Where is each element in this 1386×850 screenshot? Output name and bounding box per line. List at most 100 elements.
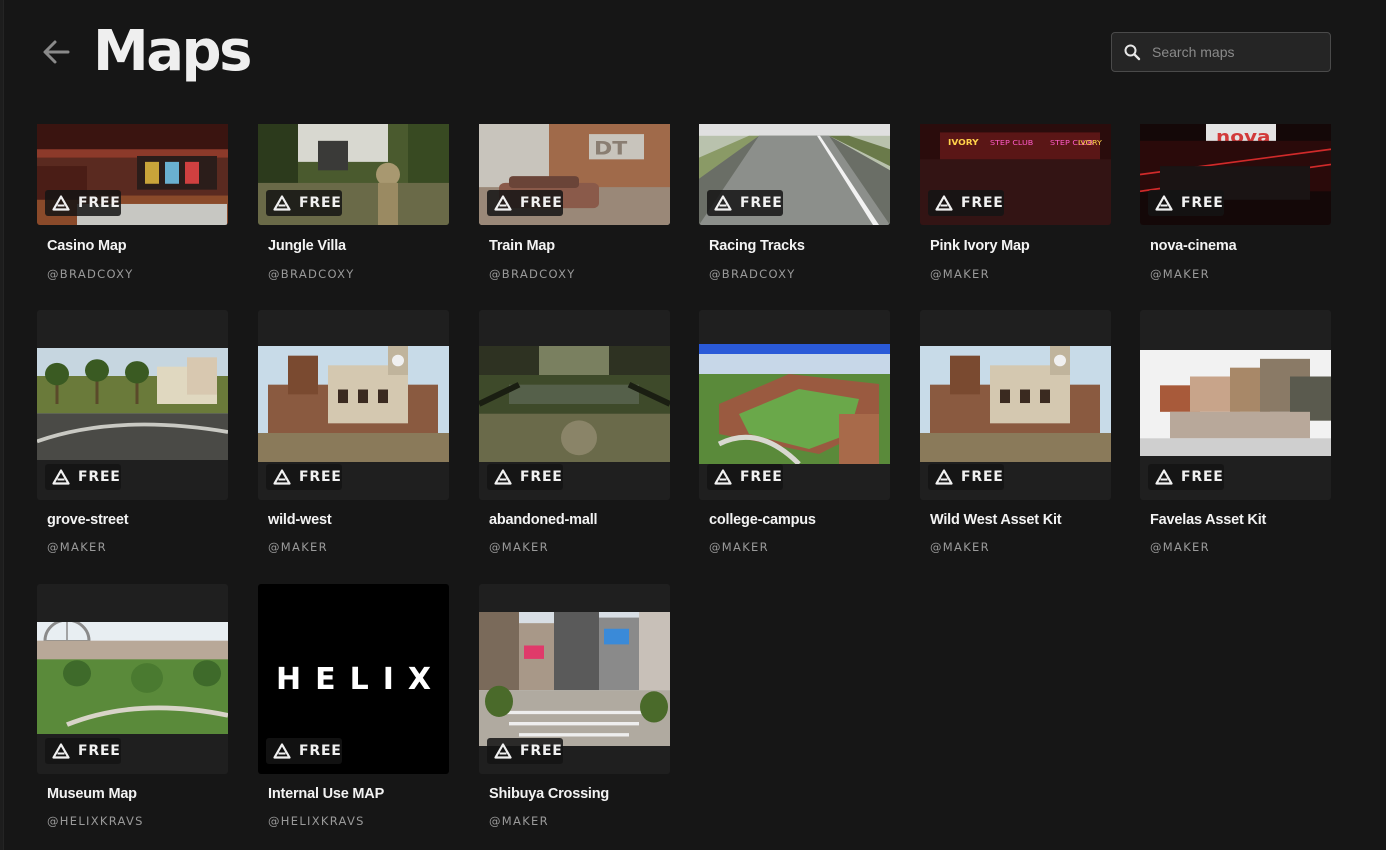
back-button[interactable]	[38, 34, 74, 70]
map-card-pink-ivory-map[interactable]: IVORY STEP CLUB STEP CLUB IVORY FREE Pink I…	[920, 124, 1111, 283]
map-card-museum-map[interactable]: FREE Museum Map @HELIXKRAVS	[37, 584, 228, 830]
helix-triangle-icon	[714, 195, 732, 211]
search-box[interactable]	[1111, 32, 1331, 72]
map-name: Racing Tracks	[709, 238, 805, 254]
svg-text:DT: DT	[594, 137, 627, 159]
map-card-internal-use-map[interactable]: HELIX FREE Internal Use MAP @HELIXKRAVS	[258, 584, 449, 830]
helix-triangle-icon	[273, 195, 291, 211]
map-card-shibuya-crossing[interactable]: FREE Shibuya Crossing @MAKER	[479, 584, 670, 830]
price-label: FREE	[299, 743, 342, 759]
map-card-grove-street[interactable]: FREE grove-street @MAKER	[37, 310, 228, 556]
map-name: wild-west	[268, 512, 332, 528]
helix-triangle-icon	[714, 469, 732, 485]
price-badge: FREE	[487, 464, 563, 490]
map-name: Pink Ivory Map	[930, 238, 1030, 254]
page-header: Maps	[0, 0, 1386, 112]
map-thumbnail: FREE	[1140, 310, 1331, 500]
map-author: @MAKER	[709, 540, 769, 554]
price-badge: FREE	[1148, 464, 1224, 490]
map-preview-image	[37, 348, 228, 460]
price-badge: FREE	[928, 190, 1004, 216]
map-author: @HELIXKRAVS	[47, 814, 144, 828]
price-badge: FREE	[45, 738, 121, 764]
map-card-casino-map[interactable]: FREE Casino Map @BRADCOXY	[37, 124, 228, 283]
helix-triangle-icon	[1155, 469, 1173, 485]
price-badge: FREE	[707, 464, 783, 490]
map-thumbnail: FREE	[920, 310, 1111, 500]
map-preview-image	[37, 622, 228, 734]
map-name: Favelas Asset Kit	[1150, 512, 1267, 528]
price-badge: FREE	[487, 190, 563, 216]
svg-text:IVORY: IVORY	[948, 138, 980, 147]
map-card-wild-west[interactable]: FREE wild-west @MAKER	[258, 310, 449, 556]
search-icon	[1112, 32, 1152, 72]
map-author: @HELIXKRAVS	[268, 814, 365, 828]
map-name: abandoned-mall	[489, 512, 598, 528]
map-card-abandoned-mall[interactable]: FREE abandoned-mall @MAKER	[479, 310, 670, 556]
map-thumbnail: FREE	[37, 124, 228, 225]
map-thumbnail: HELIX FREE	[258, 584, 449, 774]
price-label: FREE	[740, 469, 783, 485]
map-preview-image	[479, 346, 670, 462]
map-author: @MAKER	[47, 540, 107, 554]
map-thumbnail: nova FREE	[1140, 124, 1331, 225]
map-thumbnail: FREE	[479, 310, 670, 500]
price-badge: FREE	[45, 464, 121, 490]
price-label: FREE	[299, 469, 342, 485]
map-thumbnail: FREE	[37, 310, 228, 500]
map-author: @MAKER	[930, 267, 990, 281]
map-author: @MAKER	[489, 814, 549, 828]
map-thumbnail: IVORY STEP CLUB STEP CLUB IVORY FREE	[920, 124, 1111, 225]
map-thumbnail: FREE	[258, 124, 449, 225]
map-card-wild-west-asset-kit[interactable]: FREE Wild West Asset Kit @MAKER	[920, 310, 1111, 556]
map-card-college-campus[interactable]: FREE college-campus @MAKER	[699, 310, 890, 556]
map-preview-image	[1140, 350, 1331, 456]
map-card-train-map[interactable]: DT FREE Train Map @BRADCOXY	[479, 124, 670, 283]
map-name: Train Map	[489, 238, 555, 254]
map-card-nova-cinema[interactable]: nova FREE nova-cinema @MAKER	[1140, 124, 1331, 283]
map-name: college-campus	[709, 512, 816, 528]
price-label: FREE	[961, 469, 1004, 485]
price-label: FREE	[961, 195, 1004, 211]
helix-triangle-icon	[494, 195, 512, 211]
map-card-favelas-asset-kit[interactable]: FREE Favelas Asset Kit @MAKER	[1140, 310, 1331, 556]
price-label: FREE	[1181, 469, 1224, 485]
map-author: @MAKER	[1150, 267, 1210, 281]
map-card-jungle-villa[interactable]: FREE Jungle Villa @BRADCOXY	[258, 124, 449, 283]
map-thumbnail: FREE	[37, 584, 228, 774]
map-author: @BRADCOXY	[47, 267, 134, 281]
map-thumbnail: FREE	[479, 584, 670, 774]
price-badge: FREE	[487, 738, 563, 764]
map-author: @MAKER	[489, 540, 549, 554]
map-preview-image	[699, 344, 890, 464]
helix-triangle-icon	[273, 743, 291, 759]
map-preview-image	[920, 346, 1111, 462]
map-name: grove-street	[47, 512, 129, 528]
map-author: @MAKER	[268, 540, 328, 554]
map-thumbnail: DT FREE	[479, 124, 670, 225]
map-thumbnail: FREE	[699, 310, 890, 500]
map-thumbnail: FREE	[699, 124, 890, 225]
helix-logo: HELIX	[275, 662, 445, 697]
map-author: @MAKER	[1150, 540, 1210, 554]
price-label: FREE	[520, 195, 563, 211]
map-name: Wild West Asset Kit	[930, 512, 1062, 528]
map-name: Jungle Villa	[268, 238, 346, 254]
helix-triangle-icon	[52, 743, 70, 759]
helix-triangle-icon	[494, 469, 512, 485]
map-thumbnail: FREE	[258, 310, 449, 500]
price-label: FREE	[520, 469, 563, 485]
svg-text:IVORY: IVORY	[1078, 139, 1102, 147]
price-badge: FREE	[1148, 190, 1224, 216]
map-card-racing-tracks[interactable]: FREE Racing Tracks @BRADCOXY	[699, 124, 890, 283]
helix-triangle-icon	[935, 469, 953, 485]
map-name: Shibuya Crossing	[489, 786, 610, 802]
helix-triangle-icon	[935, 195, 953, 211]
price-label: FREE	[299, 195, 342, 211]
helix-triangle-icon	[52, 469, 70, 485]
price-label: FREE	[78, 743, 121, 759]
search-input[interactable]	[1152, 44, 1317, 60]
map-preview-image	[479, 612, 670, 746]
price-badge: FREE	[266, 738, 342, 764]
helix-triangle-icon	[52, 195, 70, 211]
